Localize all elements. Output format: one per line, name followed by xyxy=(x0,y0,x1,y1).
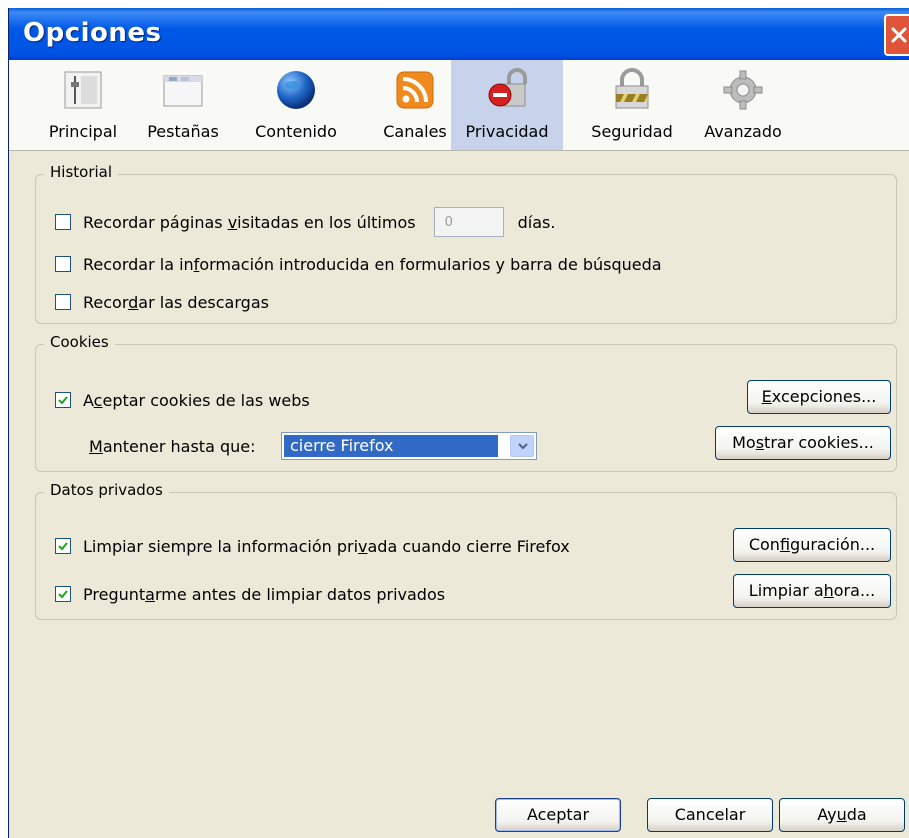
accept-cookies-checkbox[interactable] xyxy=(55,392,71,408)
remember-pages-row[interactable]: Recordar páginas visitadas en los último… xyxy=(55,206,555,238)
show-cookies-button[interactable]: Mostrar cookies... xyxy=(715,426,891,460)
tab-seguridad[interactable]: Seguridad xyxy=(577,60,687,150)
always-clear-checkbox[interactable] xyxy=(55,538,71,554)
remember-downloads-label: Recordar las descargas xyxy=(83,292,269,312)
always-clear-label: Limpiar siempre la información privada c… xyxy=(83,536,570,556)
privacy-lock-icon xyxy=(488,68,527,107)
tabs-window-icon xyxy=(163,75,203,107)
title-bar[interactable]: Opciones xyxy=(9,8,909,60)
chevron-down-icon xyxy=(518,443,528,450)
checkmark-icon xyxy=(58,396,68,405)
ask-before-row[interactable]: Preguntarme antes de limpiar datos priva… xyxy=(55,578,445,610)
security-padlock-icon xyxy=(615,68,649,109)
tab-principal[interactable]: Principal xyxy=(37,60,129,150)
checkmark-icon xyxy=(58,590,68,599)
category-toolbar: Principal Pestañas Contenido Canales Pri… xyxy=(9,60,909,151)
remember-downloads-row[interactable]: Recordar las descargas xyxy=(55,286,269,318)
ask-before-checkbox[interactable] xyxy=(55,586,71,602)
history-legend: Historial xyxy=(44,163,119,181)
tab-contenido[interactable]: Contenido xyxy=(243,60,349,150)
remember-forms-checkbox[interactable] xyxy=(55,256,71,272)
tab-pestanas[interactable]: Pestañas xyxy=(135,60,231,150)
close-icon xyxy=(891,27,907,43)
settings-button[interactable]: Configuración... xyxy=(733,528,891,562)
remember-pages-checkbox[interactable] xyxy=(55,214,71,230)
cancel-button[interactable]: Cancelar xyxy=(647,798,773,832)
tab-label: Pestañas xyxy=(147,122,219,141)
remember-forms-label: Recordar la información introducida en f… xyxy=(83,254,662,274)
tab-privacidad[interactable]: Privacidad xyxy=(451,60,563,150)
tab-canales[interactable]: Canales xyxy=(375,60,455,150)
window-title: Opciones xyxy=(23,18,162,48)
tab-label: Privacidad xyxy=(465,122,549,141)
globe-icon xyxy=(277,71,315,109)
accept-button[interactable]: Aceptar xyxy=(495,798,621,832)
exceptions-button[interactable]: Excepciones... xyxy=(747,380,891,414)
remember-forms-row[interactable]: Recordar la información introducida en f… xyxy=(55,248,662,280)
tab-label: Avanzado xyxy=(704,122,782,141)
clear-now-button[interactable]: Limpiar ahora... xyxy=(733,574,891,608)
keep-until-select[interactable]: cierre Firefox xyxy=(281,432,537,460)
always-clear-row[interactable]: Limpiar siempre la información privada c… xyxy=(55,530,570,562)
tab-label: Canales xyxy=(383,122,447,141)
tab-label: Contenido xyxy=(255,122,337,141)
accept-cookies-row[interactable]: Aceptar cookies de las webs xyxy=(55,384,310,416)
help-button[interactable]: Ayuda xyxy=(779,798,905,832)
ask-before-label: Preguntarme antes de limpiar datos priva… xyxy=(83,584,446,604)
main-panel-icon xyxy=(64,71,102,109)
tab-label: Seguridad xyxy=(591,122,673,141)
private-data-legend: Datos privados xyxy=(44,481,169,499)
accept-cookies-label: Aceptar cookies de las webs xyxy=(83,390,310,410)
keep-until-value: cierre Firefox xyxy=(284,435,498,457)
dropdown-button[interactable] xyxy=(510,435,534,457)
keep-until-label: Mantener hasta que: xyxy=(89,436,256,456)
tab-label: Principal xyxy=(48,122,118,141)
remember-downloads-checkbox[interactable] xyxy=(55,294,71,310)
close-button[interactable] xyxy=(884,14,909,56)
rss-feed-icon xyxy=(396,71,434,109)
days-label: días. xyxy=(517,212,556,232)
checkmark-icon xyxy=(58,542,68,551)
options-dialog: Opciones Principal Pestañas Contenido Ca… xyxy=(8,8,909,838)
gear-icon xyxy=(723,70,763,110)
tab-avanzado[interactable]: Avanzado xyxy=(693,60,793,150)
remember-pages-label: Recordar páginas visitadas en los último… xyxy=(83,212,416,232)
history-days-input[interactable]: 0 xyxy=(433,207,504,237)
cookies-legend: Cookies xyxy=(44,333,115,351)
